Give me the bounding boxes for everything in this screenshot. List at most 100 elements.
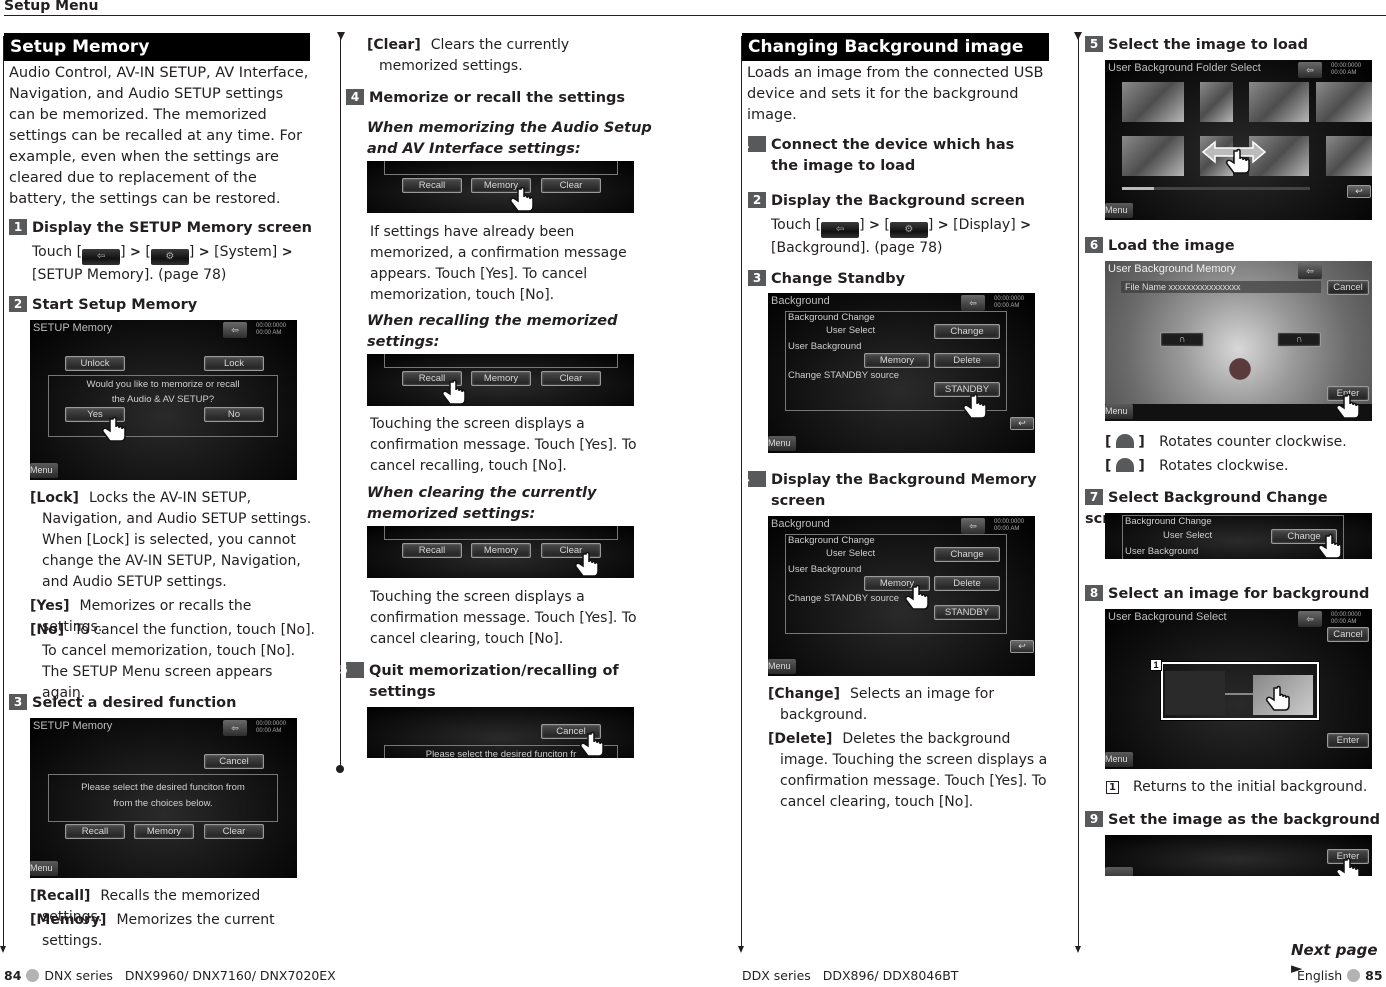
back-button-icon: ⇦ [821,222,860,238]
step-title: Load the image [1108,238,1235,254]
thumbnail[interactable] [1122,136,1184,176]
no-button[interactable]: No [204,407,264,422]
setup-button-icon: ⚙ [150,249,189,265]
background-intro: Loads an image from the connected USB de… [747,65,1044,123]
unlock-button[interactable]: Unlock [65,356,125,371]
delete-button[interactable]: Delete [934,353,1000,368]
subhead-recalling: When recalling the memorized settings: [367,313,618,350]
return-icon[interactable]: ↩ [1010,417,1034,430]
cancel-button[interactable]: Cancel [204,754,264,769]
row-label: Background Change [1125,516,1212,527]
menu-button[interactable]: Menu [1105,203,1133,218]
return-icon[interactable]: ↩ [1347,185,1371,198]
change-button[interactable]: Change [934,324,1000,339]
recall-button[interactable]: Recall [402,178,462,193]
step-r8: 8 Select an image for background [1085,584,1369,605]
message-box [384,526,618,540]
menu-button[interactable]: Menu [1105,404,1133,419]
memory-button[interactable]: Memory [864,353,930,368]
step-number: 3 [9,694,27,710]
file-name-field: File Name xxxxxxxxxxxxxxxx [1121,281,1321,293]
menu-button[interactable]: Menu [1105,752,1133,767]
step-title: Display the Background Memory screen [771,472,1037,509]
thumbnail[interactable] [1249,82,1309,122]
memory-button[interactable]: Memory [471,543,531,558]
def-key: [Delete] [768,731,833,747]
def-clear: [Clear] Clears the currently memorized se… [367,35,652,77]
cancel-button[interactable]: Cancel [1327,280,1369,295]
background-select-screen: User Background Select ⇦ 00:00:0000 00:00… [1105,609,1372,769]
clock: 00:00:0000 00:00 AM [994,519,1025,532]
arrow-separator: > [869,218,880,233]
step-number: 9 [1085,811,1103,827]
scrollbar-thumb[interactable] [1122,187,1154,190]
footer-dot-icon [26,969,40,982]
rotate-counter-clockwise-icon [1115,434,1134,448]
thumbnail[interactable] [1326,136,1372,176]
clear-button[interactable]: Clear [204,824,264,839]
step-number: 8 [1085,585,1103,601]
message-box [384,354,618,368]
clear-button[interactable]: Clear [541,371,601,386]
clear-button[interactable]: Clear [541,178,601,193]
footer-language: English [1297,968,1343,983]
menu-button[interactable]: Menu [30,463,58,478]
page-number: 84 [4,968,22,983]
def-text: Rotates counter clockwise. [1159,434,1347,450]
lock-button[interactable]: Lock [204,356,264,371]
def-text: Returns to the initial background. [1133,779,1368,795]
memory-button[interactable]: Memory [134,824,194,839]
step-4: 4 Memorize or recall the settings [346,88,625,109]
back-icon[interactable]: ⇦ [961,295,985,311]
delete-button[interactable]: Delete [934,576,1000,591]
setup-memory-intro: Audio Control, AV-IN SETUP, AV Interface… [9,65,309,207]
back-icon[interactable]: ⇦ [1298,62,1322,78]
flow-line-col3 [741,36,742,948]
back-icon[interactable]: ⇦ [223,322,247,338]
back-icon[interactable]: ⇦ [1298,611,1322,627]
menu-button[interactable]: Menu [768,659,796,674]
rotate-clockwise-icon [1115,458,1134,472]
menu-button[interactable] [1105,867,1133,876]
return-icon[interactable]: ↩ [1010,640,1034,653]
back-icon[interactable]: ⇦ [1298,263,1322,279]
row-value: User Select [826,548,876,559]
step-2: 2 Start Setup Memory [9,295,197,316]
thumbnail[interactable] [1316,82,1372,122]
message-line-1: Please select the desired funciton from [81,782,245,793]
path-setup-memory: [SETUP Memory]. (page 78) [32,267,227,283]
footer-right-page: English 85 [1297,968,1383,983]
menu-button[interactable]: Menu [768,436,796,451]
arrow-separator: > [281,245,293,260]
def-lock: [Lock] Locks the AV-IN SETUP, Navigation,… [30,488,315,593]
thumbnail[interactable] [1122,82,1184,122]
back-icon[interactable]: ⇦ [223,720,247,736]
def-memory: [Memory] Memorizes the current settings. [30,910,275,952]
step-number: 4 [741,471,766,487]
memorize-screen-crop: Recall Memory Clear [367,161,634,213]
standby-button[interactable]: STANDBY [934,605,1000,620]
step-r5: 5 Select the image to load [1085,35,1308,56]
screen-title: Background [771,295,830,307]
enter-button[interactable]: Enter [1327,733,1369,748]
row-label: User Background [788,564,862,575]
setup-button-icon: ⚙ [889,222,928,238]
memory-button[interactable]: Memory [471,371,531,386]
flow-line-col2 [340,36,341,766]
recall-button[interactable]: Recall [65,824,125,839]
thumbnail[interactable] [1200,82,1233,122]
screen-title: SETUP Memory [33,322,113,334]
back-icon[interactable]: ⇦ [961,518,985,534]
change-button[interactable]: Change [934,547,1000,562]
recall-button[interactable]: Recall [402,543,462,558]
bottom-bar [1105,404,1372,421]
flow-line-col4 [1078,36,1079,948]
clock: 00:00:0000 00:00 AM [1331,63,1362,76]
def-key: [Memory] [30,912,107,928]
cancel-button[interactable]: Cancel [1327,627,1369,642]
menu-button[interactable]: Menu [30,861,58,876]
def-text: Rotates clockwise. [1159,458,1289,474]
step-number: 2 [748,192,766,208]
step-title: Select the image to load [1108,37,1308,53]
arrow-separator: > [198,245,210,260]
